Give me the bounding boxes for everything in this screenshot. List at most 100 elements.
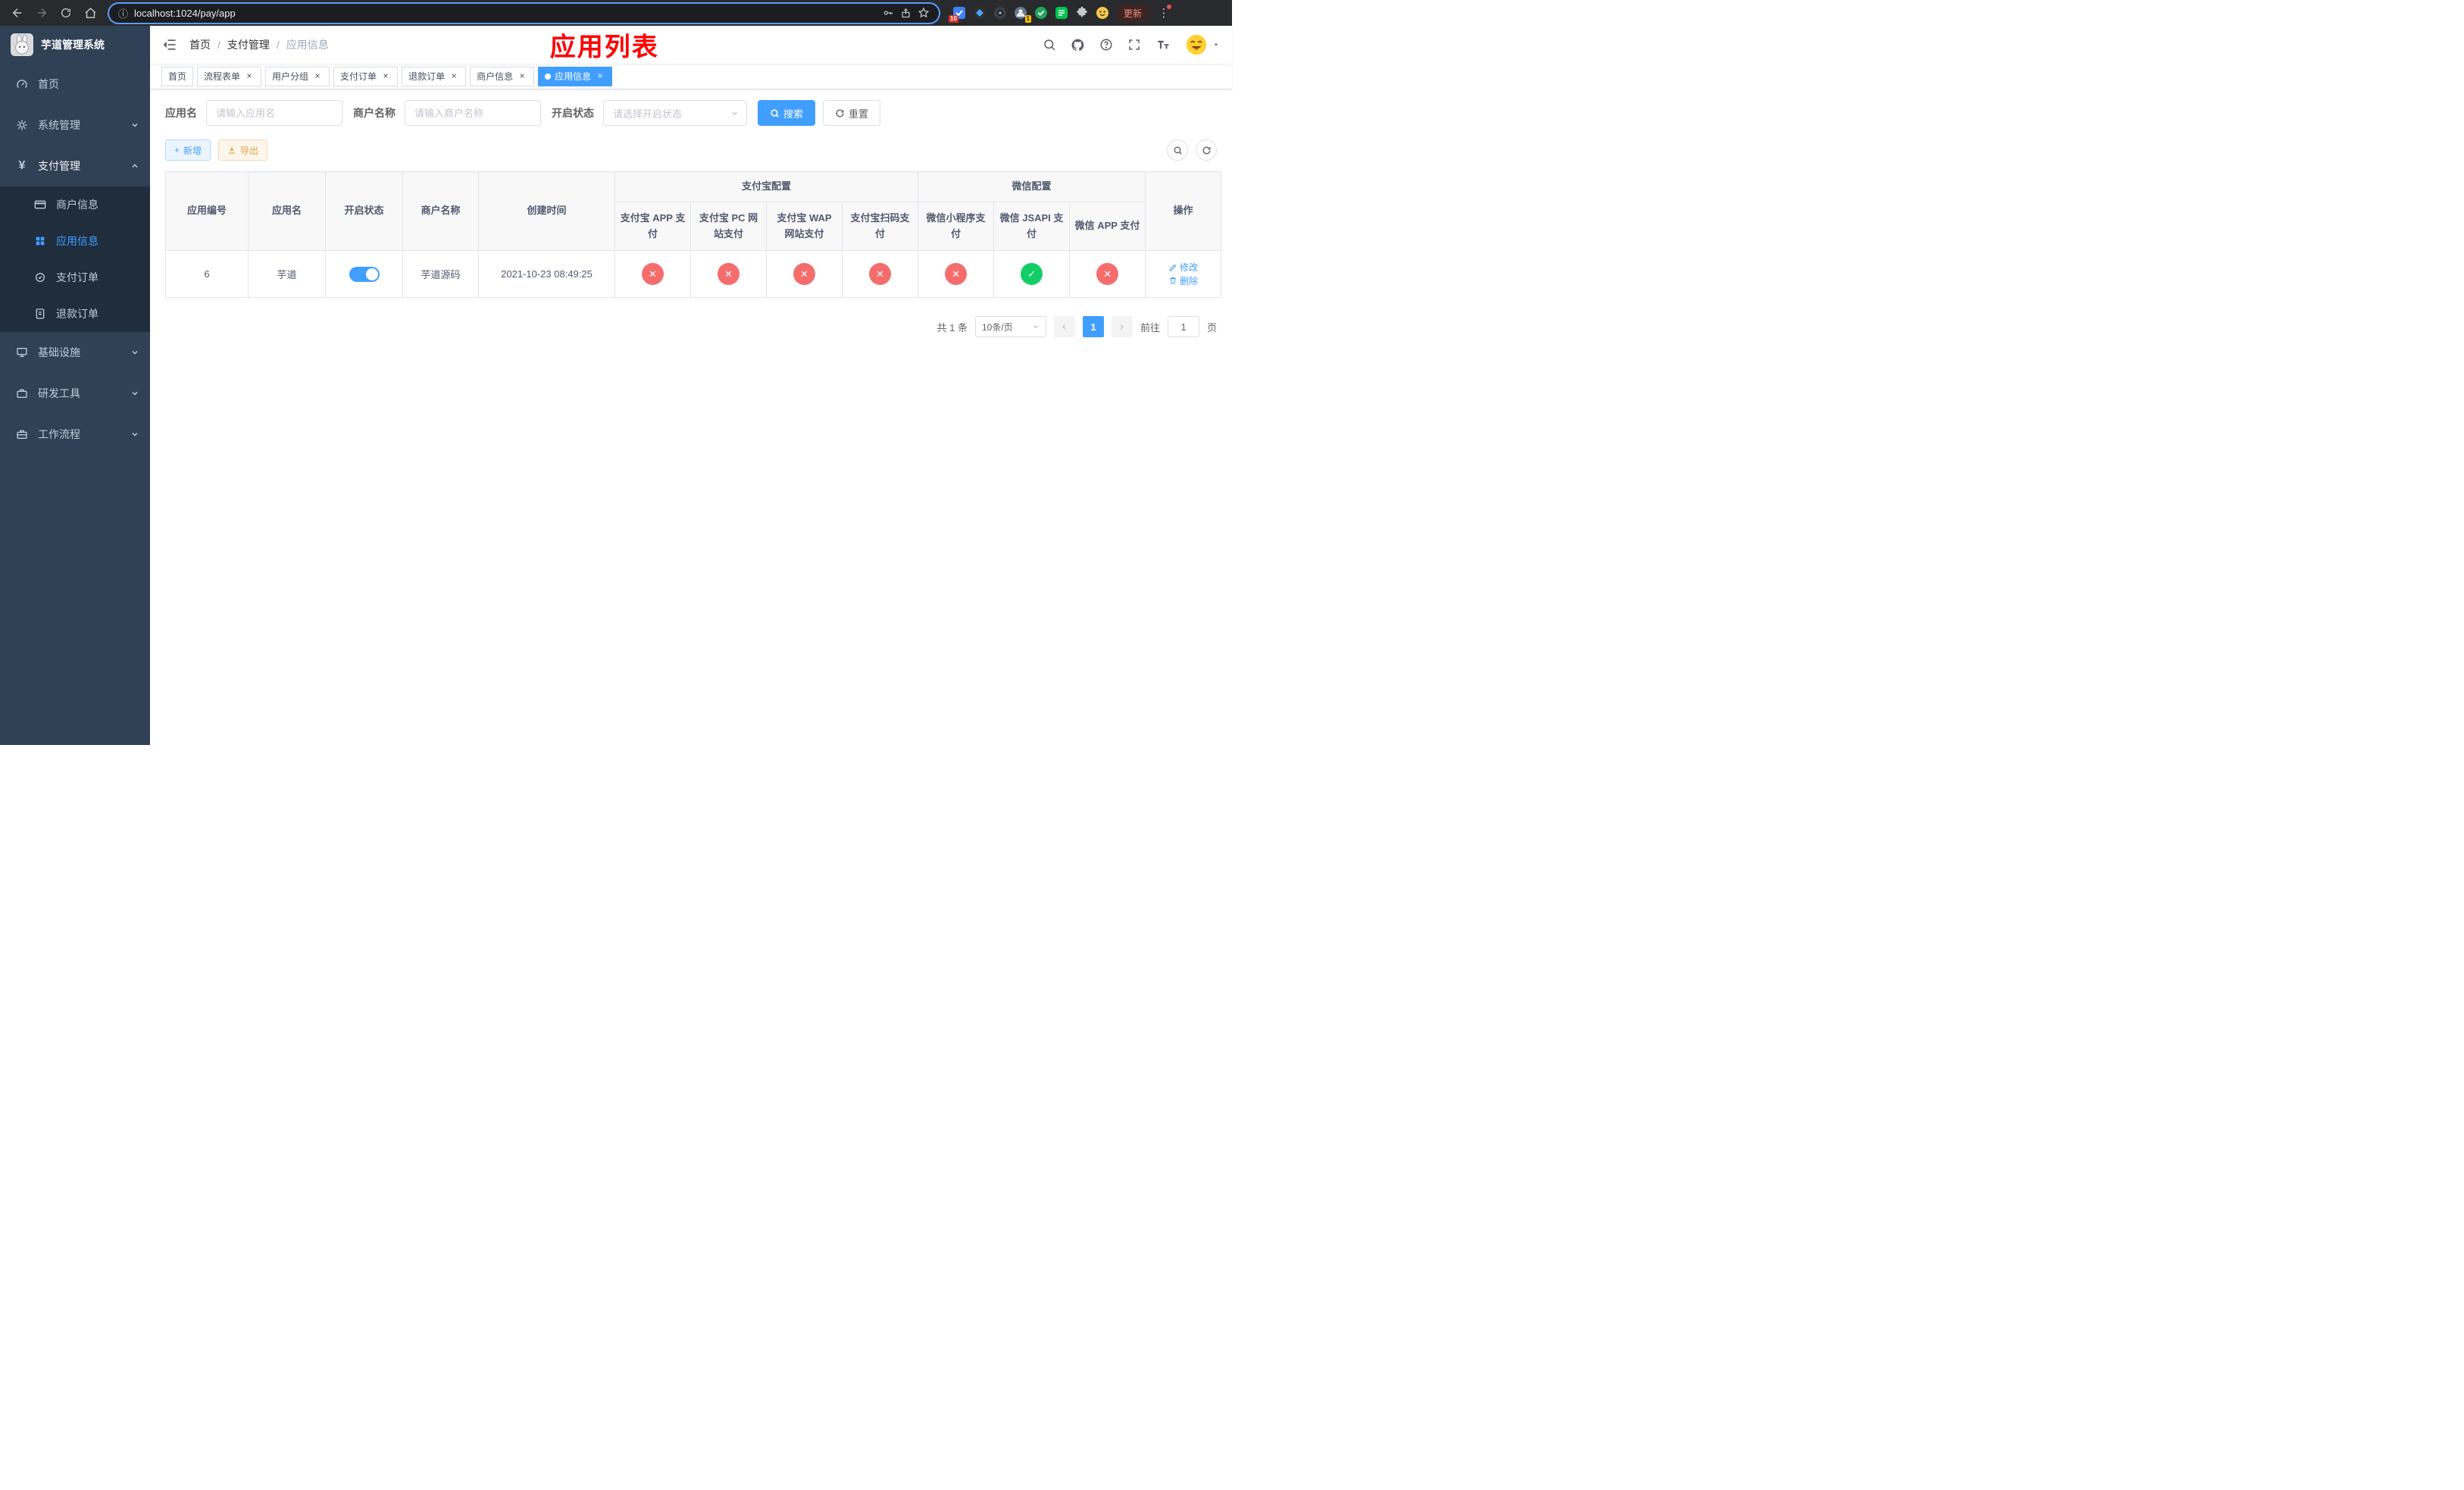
url-text[interactable]: localhost:1024/pay/app	[134, 8, 236, 19]
tab-process-form[interactable]: 流程表单 ×	[197, 66, 262, 86]
close-icon[interactable]: ×	[380, 70, 391, 82]
close-icon[interactable]: ×	[517, 70, 527, 82]
pagination: 共 1 条 10条/页 1 前往 1 页	[165, 316, 1217, 337]
header-search-icon[interactable]	[1043, 38, 1056, 52]
extension-adblock-icon[interactable]: 10	[949, 6, 966, 23]
browser-update-button[interactable]: 更新	[1116, 4, 1150, 22]
reset-button[interactable]: 重置	[823, 100, 881, 126]
browser-back-button[interactable]	[8, 3, 27, 23]
sidebar-subitem-app-info[interactable]: 应用信息	[0, 223, 150, 259]
app-logo[interactable]: 芋道管理系统	[0, 26, 150, 64]
select-placeholder: 请选择开启状态	[613, 108, 683, 120]
sidebar: 芋道管理系统 首页 系统管理 ¥ 支付管理 商户信息 应用信息 支付订单 退款订…	[0, 26, 150, 745]
site-info-icon[interactable]: ⓘ	[118, 6, 128, 20]
config-disabled-icon: ✕	[642, 263, 664, 285]
share-icon[interactable]	[900, 8, 911, 19]
breadcrumb-payment[interactable]: 支付管理	[227, 37, 270, 52]
font-size-icon[interactable]	[1155, 38, 1171, 52]
status-switch[interactable]	[349, 266, 380, 282]
chevron-down-icon	[730, 109, 739, 117]
close-icon[interactable]: ×	[244, 70, 255, 82]
sidebar-item-payment-management[interactable]: ¥ 支付管理	[0, 146, 150, 186]
close-icon[interactable]: ×	[312, 70, 323, 82]
page-suffix: 页	[1206, 321, 1217, 333]
menu-label: 研发工具	[38, 387, 80, 399]
col-header-alipay-qr: 支付宝扫码支付	[841, 202, 919, 251]
close-icon[interactable]: ×	[449, 70, 459, 82]
col-header-alipay-app: 支付宝 APP 支付	[614, 202, 691, 251]
menu-label: 系统管理	[38, 119, 80, 131]
address-bar[interactable]: ⓘ localhost:1024/pay/app	[109, 3, 939, 23]
extensions-puzzle-icon[interactable]	[1075, 6, 1089, 20]
add-button[interactable]: + 新增	[165, 139, 211, 161]
extension-face-icon[interactable]	[1096, 6, 1109, 20]
merchant-name-input[interactable]	[405, 100, 541, 126]
extension-green-check-icon[interactable]	[1034, 6, 1048, 20]
sidebar-item-dev-tools[interactable]: 研发工具	[0, 373, 150, 414]
extension-badge: 10	[949, 15, 958, 23]
sidebar-subitem-payment-order[interactable]: 支付订单	[0, 259, 150, 296]
page-number-button[interactable]: 1	[1082, 316, 1104, 337]
col-header-status: 开启状态	[325, 171, 403, 251]
avatar-emoji	[1186, 34, 1207, 55]
browser-chrome: ⓘ localhost:1024/pay/app 10 1 更新 ⋮	[0, 0, 1232, 26]
goto-page-input[interactable]	[1167, 316, 1199, 337]
browser-reload-button[interactable]	[56, 3, 76, 23]
payment-submenu: 商户信息 应用信息 支付订单 退款订单	[0, 186, 150, 332]
dashboard-icon	[15, 78, 29, 90]
password-key-icon[interactable]	[882, 7, 894, 19]
briefcase-icon	[15, 428, 29, 440]
extension-camera-icon[interactable]	[993, 6, 1007, 20]
sidebar-subitem-merchant-info[interactable]: 商户信息	[0, 186, 150, 223]
refresh-table-button[interactable]	[1196, 139, 1217, 161]
status-select[interactable]: 请选择开启状态	[603, 100, 747, 126]
tab-merchant-info[interactable]: 商户信息 ×	[470, 66, 535, 86]
sidebar-item-workflow[interactable]: 工作流程	[0, 414, 150, 455]
app-name-input[interactable]	[206, 100, 342, 126]
search-button[interactable]: 搜索	[758, 100, 816, 126]
browser-menu-button[interactable]: ⋮	[1156, 3, 1172, 23]
tab-refund-order[interactable]: 退款订单 ×	[402, 66, 467, 86]
tab-user-group[interactable]: 用户分组 ×	[265, 66, 330, 86]
edit-link[interactable]: 修改	[1168, 261, 1198, 274]
browser-home-button[interactable]	[80, 3, 100, 23]
sidebar-item-system-management[interactable]: 系统管理	[0, 105, 150, 146]
cell-merchant: 芋道源码	[402, 250, 479, 298]
yen-icon: ¥	[18, 159, 26, 172]
toggle-search-button[interactable]	[1167, 139, 1188, 161]
bookmark-star-icon[interactable]	[918, 7, 930, 19]
next-page-button[interactable]	[1111, 316, 1133, 337]
order-circle-icon	[33, 271, 47, 283]
sidebar-subitem-refund-order[interactable]: 退款订单	[0, 296, 150, 332]
export-button[interactable]: 导出	[218, 139, 268, 161]
prev-page-button[interactable]	[1053, 316, 1075, 337]
navbar-actions	[1043, 33, 1220, 56]
docs-question-icon[interactable]	[1099, 38, 1113, 52]
user-avatar-menu[interactable]	[1185, 33, 1220, 56]
sidebar-item-infrastructure[interactable]: 基础设施	[0, 332, 150, 373]
page-size-select[interactable]: 10条/页	[974, 316, 1046, 337]
tab-payment-order[interactable]: 支付订单 ×	[333, 66, 399, 86]
close-icon[interactable]: ×	[595, 70, 605, 82]
page: ⓘ localhost:1024/pay/app 10 1 更新 ⋮ 芋道管理系…	[0, 0, 1232, 745]
app-table: 应用编号 应用名 开启状态 商户名称 创建时间 支付宝配置 微信配置 操作 支付…	[165, 171, 1222, 298]
breadcrumb-home[interactable]: 首页	[189, 37, 211, 52]
sidebar-item-home[interactable]: 首页	[0, 64, 150, 105]
browser-forward-button[interactable]	[32, 3, 52, 23]
tab-app-info[interactable]: 应用信息 ×	[538, 66, 613, 86]
sidebar-toggle-button[interactable]	[162, 37, 177, 52]
tab-home[interactable]: 首页	[161, 66, 194, 86]
breadcrumb-separator: /	[217, 39, 220, 51]
search-form: 应用名 商户名称 开启状态 请选择开启状态	[165, 100, 1217, 126]
col-header-wechat-mini: 微信小程序支付	[918, 202, 995, 251]
extension-chat-icon[interactable]	[1055, 6, 1068, 20]
fullscreen-icon[interactable]	[1127, 38, 1141, 52]
github-icon[interactable]	[1071, 38, 1085, 52]
extension-profile-icon[interactable]: 1	[1014, 6, 1031, 23]
cell-app-id: 6	[165, 250, 249, 298]
col-header-created: 创建时间	[478, 171, 615, 251]
delete-link[interactable]: 删除	[1168, 274, 1198, 287]
extension-gem-icon[interactable]	[973, 6, 987, 20]
toolbox-icon	[15, 387, 29, 399]
col-header-alipay-wap: 支付宝 WAP 网站支付	[766, 202, 843, 251]
